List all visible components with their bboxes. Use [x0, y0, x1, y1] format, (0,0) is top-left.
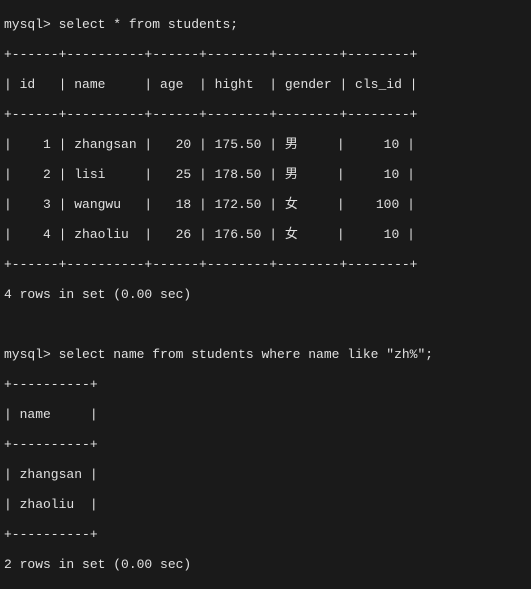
- table-row: | 3 | wangwu | 18 | 172.50 | 女 | 100 |: [4, 197, 527, 212]
- mysql-prompt: mysql>: [4, 347, 51, 362]
- table-border: +----------+: [4, 527, 527, 542]
- table-header: | name |: [4, 407, 527, 422]
- table-border: +----------+: [4, 377, 527, 392]
- table-header: | id | name | age | hight | gender | cls…: [4, 77, 527, 92]
- table-row: | 1 | zhangsan | 20 | 175.50 | 男 | 10 |: [4, 137, 527, 152]
- result-footer: 4 rows in set (0.00 sec): [4, 287, 527, 302]
- mysql-prompt: mysql>: [4, 17, 51, 32]
- table-row: | 4 | zhaoliu | 26 | 176.50 | 女 | 10 |: [4, 227, 527, 242]
- terminal-output: mysql> select * from students; +------+-…: [0, 0, 531, 589]
- table-border: +------+----------+------+--------+-----…: [4, 257, 527, 272]
- table-border: +------+----------+------+--------+-----…: [4, 47, 527, 62]
- query-text: select name from students where name lik…: [51, 347, 433, 362]
- table-row: | zhangsan |: [4, 467, 527, 482]
- table-row: | zhaoliu |: [4, 497, 527, 512]
- table-border: +----------+: [4, 437, 527, 452]
- table-border: +------+----------+------+--------+-----…: [4, 107, 527, 122]
- result-footer: 2 rows in set (0.00 sec): [4, 557, 527, 572]
- table-row: | 2 | lisi | 25 | 178.50 | 男 | 10 |: [4, 167, 527, 182]
- query-text: select * from students;: [51, 17, 238, 32]
